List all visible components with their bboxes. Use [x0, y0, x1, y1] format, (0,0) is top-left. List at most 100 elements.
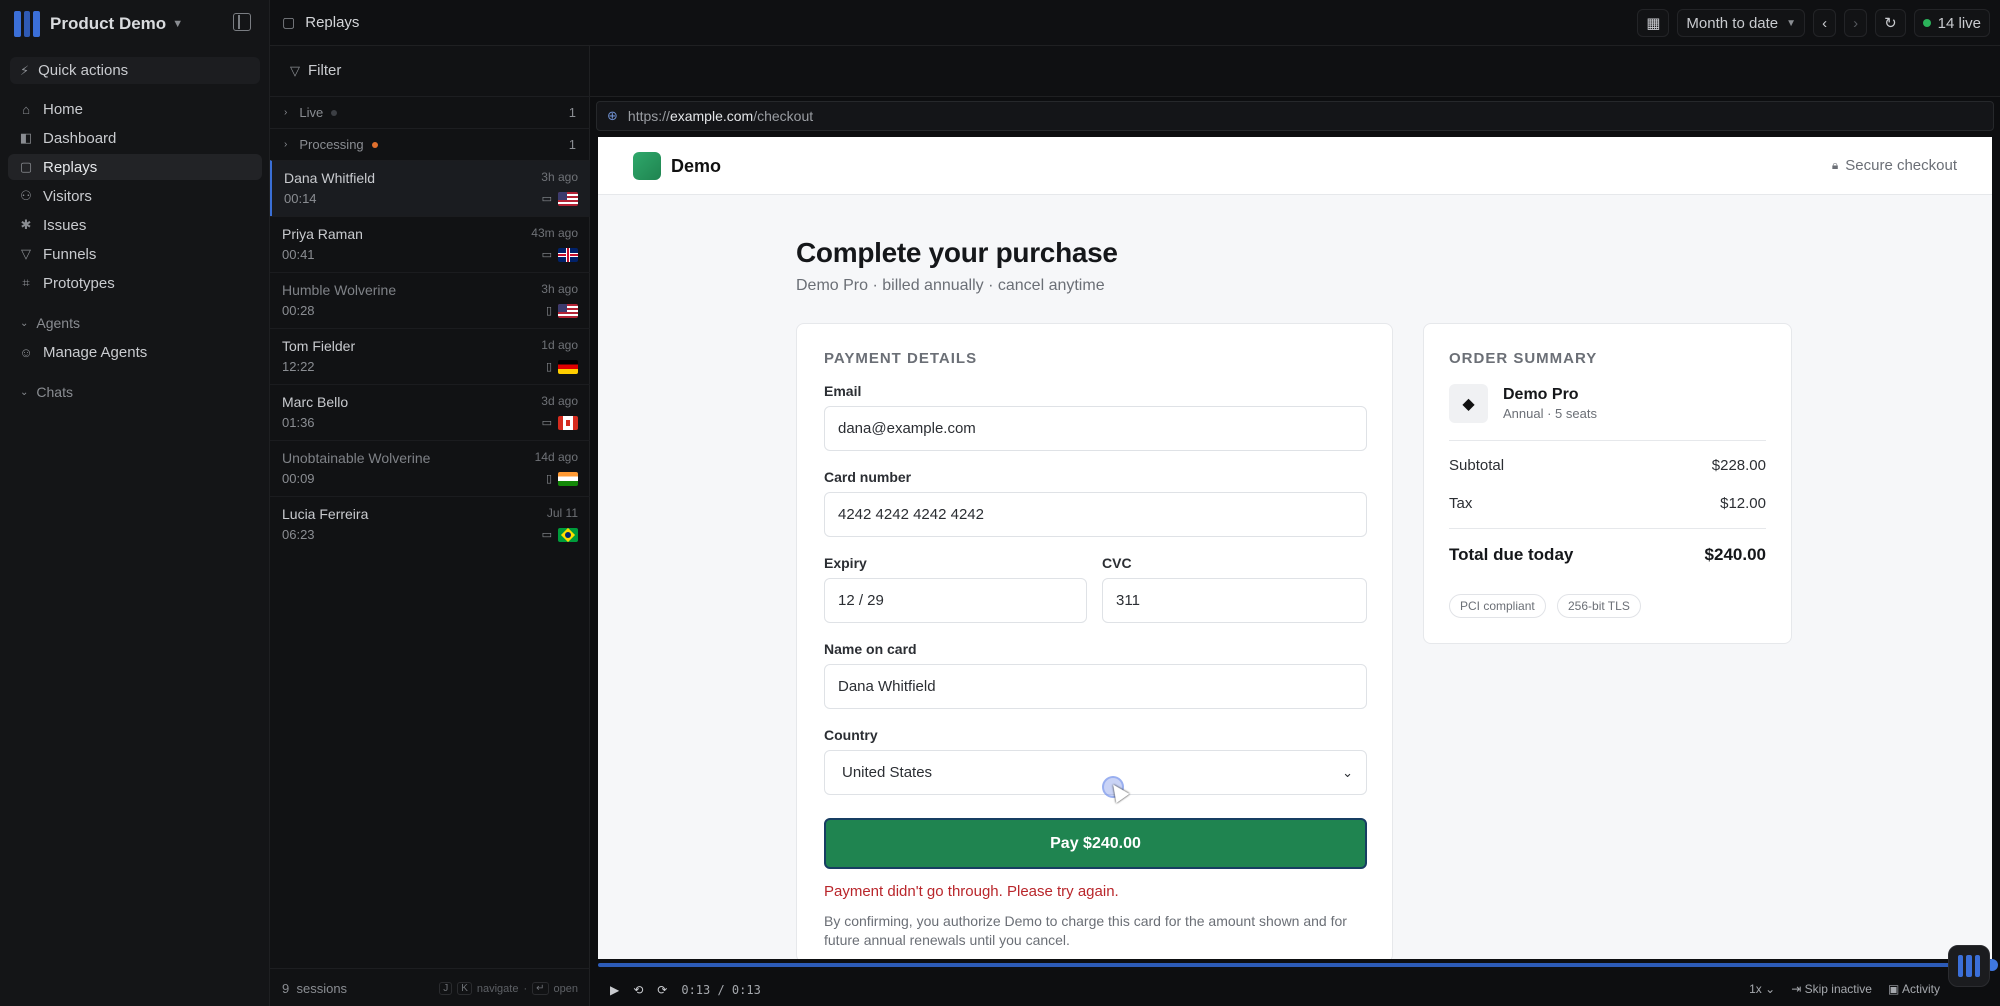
order-summary-heading: ORDER SUMMARY: [1449, 350, 1598, 367]
session-name: Dana Whitfield: [284, 170, 376, 186]
checkout-subtitle: Demo Pro · billed annually · cancel anyt…: [796, 277, 1105, 294]
sidebar-item-label: Prototypes: [43, 274, 115, 292]
session-duration: 12:22: [282, 359, 315, 374]
url-host: example.com: [669, 108, 754, 124]
forward-10-icon[interactable]: ⟳: [657, 983, 667, 997]
progress-track[interactable]: [598, 963, 1992, 967]
email-label: Email: [824, 383, 862, 399]
calendar-icon: ▦: [1646, 15, 1661, 32]
diamond-icon: ◆: [1449, 384, 1488, 423]
refresh-icon: ↻: [1884, 15, 1897, 32]
card-number-label: Card number: [824, 469, 912, 485]
session-row[interactable]: Humble Wolverine 3h ago 00:28 ▯: [270, 272, 590, 328]
filter-label: Filter: [308, 62, 342, 79]
session-row[interactable]: Priya Raman 43m ago 00:41 ▭: [270, 216, 590, 272]
chevron-down-icon: ⌄: [20, 317, 29, 329]
chats-section-toggle[interactable]: ⌄ Chats: [20, 384, 73, 400]
tax-label: Tax: [1449, 495, 1473, 512]
sidebar: Product Demo ▼ ⚡ Quick actions ⌂ Home ◧ …: [0, 0, 270, 1006]
workspace-switcher[interactable]: Product Demo ▼: [14, 11, 183, 37]
rewind-10-icon[interactable]: ⟲: [633, 983, 643, 997]
prev-period-button[interactable]: ‹: [1813, 9, 1837, 37]
recorded-page: Demo 🔒︎ Secure checkout Complete your pu…: [598, 137, 1992, 959]
key-k: K: [457, 982, 472, 995]
skip-inactive-toggle[interactable]: ⇥ Skip inactive: [1791, 982, 1872, 996]
url-bar: ⊕ https://example.com/checkout: [596, 101, 1994, 131]
sidebar-item-replays[interactable]: ▢ Replays: [8, 154, 262, 180]
mobile-icon: ▯: [545, 361, 552, 373]
agents-section-toggle[interactable]: ⌄ Agents: [20, 315, 80, 331]
sidebar-item-label: Funnels: [43, 245, 97, 263]
group-count: 1: [568, 105, 576, 120]
desktop-icon: ▭: [541, 249, 552, 261]
payment-details-heading: PAYMENT DETAILS: [824, 350, 978, 367]
keyboard-hints: J K navigate · ↵ open: [439, 982, 578, 995]
order-item: ◆ Demo Pro Annual · 5 seats: [1449, 384, 1597, 423]
play-icon[interactable]: ▶: [610, 983, 619, 997]
tax-row: Tax $12.00: [1449, 495, 1766, 512]
country-select[interactable]: United States ⌄: [824, 750, 1367, 795]
payment-error: Payment didn't go through. Please try ag…: [824, 883, 1119, 900]
skip-icon: ⇥: [1791, 982, 1802, 996]
order-summary-card: ORDER SUMMARY ◆ Demo Pro Annual · 5 seat…: [1423, 323, 1792, 644]
sidebar-item-issues[interactable]: ✱ Issues: [8, 212, 262, 238]
session-row[interactable]: Dana Whitfield 3h ago 00:14 ▭: [270, 160, 590, 216]
home-icon: ⌂: [22, 101, 30, 117]
desktop-icon: ▭: [541, 417, 552, 429]
top-bar: ▢ Replays ▦ Month to date ▼ ‹ › ↻ 14 liv…: [270, 0, 2000, 46]
session-name: Humble Wolverine: [282, 282, 397, 298]
group-live[interactable]: › Live 1: [270, 96, 590, 128]
tax-value: $12.00: [1720, 495, 1766, 512]
calendar-button[interactable]: ▦: [1637, 9, 1670, 37]
total-row: Total due today $240.00: [1449, 545, 1766, 565]
next-period-button[interactable]: ›: [1844, 9, 1868, 37]
name-on-card-label: Name on card: [824, 641, 917, 657]
session-row[interactable]: Unobtainable Wolverine 14d ago 00:09 ▯: [270, 440, 590, 496]
session-row[interactable]: Lucia Ferreira Jul 11 06:23 ▭: [270, 496, 590, 552]
date-range-select[interactable]: Month to date ▼: [1677, 9, 1806, 37]
group-label: Processing: [299, 137, 364, 152]
group-processing[interactable]: › Processing 1: [270, 128, 590, 160]
session-ago: 3d ago: [541, 394, 578, 408]
sidebar-item-dashboard[interactable]: ◧ Dashboard: [8, 125, 262, 151]
refresh-button[interactable]: ↻: [1875, 9, 1906, 37]
app-logo-icon: [14, 11, 41, 37]
filter-button[interactable]: ▽ Filter: [290, 62, 341, 79]
total-value: $240.00: [1704, 545, 1766, 564]
pay-button[interactable]: Pay $240.00: [824, 818, 1367, 869]
session-ago: 14d ago: [534, 450, 578, 464]
sidebar-item-visitors[interactable]: ⚇ Visitors: [8, 183, 262, 209]
session-name: Lucia Ferreira: [282, 506, 369, 522]
activity-toggle[interactable]: ▣ Activity: [1888, 982, 1940, 996]
desktop-icon: ▭: [541, 529, 552, 541]
sidebar-item-funnels[interactable]: ▽ Funnels: [8, 241, 262, 267]
app-launcher-icon[interactable]: [1948, 945, 1990, 987]
sidebar-toggle-icon[interactable]: [233, 13, 251, 31]
session-row[interactable]: Tom Fielder 1d ago 12:22 ▯: [270, 328, 590, 384]
sidebar-item-manage-agents[interactable]: ☺ Manage Agents: [8, 339, 262, 365]
session-count-label: sessions: [296, 981, 348, 996]
speed-select[interactable]: 1x ⌄: [1749, 982, 1775, 996]
quick-actions-button[interactable]: ⚡ Quick actions: [10, 57, 260, 84]
flag-gb-icon: [558, 248, 578, 262]
checkout-header: Demo 🔒︎ Secure checkout: [598, 137, 1992, 195]
session-row[interactable]: Marc Bello 3d ago 01:36 ▭: [270, 384, 590, 440]
expiry-label: Expiry: [824, 555, 867, 571]
status-dot-icon: [331, 109, 338, 116]
cvc-field[interactable]: 311: [1102, 578, 1367, 623]
product-meta: Annual · 5 seats: [1503, 406, 1597, 421]
filter-icon: ▽: [290, 62, 300, 78]
session-duration: 01:36: [282, 415, 315, 430]
cvc-label: CVC: [1102, 555, 1132, 571]
page-title: ▢ Replays: [282, 14, 359, 31]
expiry-field[interactable]: 12 / 29: [824, 578, 1087, 623]
player-options: 1x ⌄ ⇥ Skip inactive ▣ Activity: [1749, 982, 1980, 996]
name-on-card-field[interactable]: Dana Whitfield: [824, 664, 1367, 709]
card-number-field[interactable]: 4242 4242 4242 4242: [824, 492, 1367, 537]
flag-de-icon: [558, 360, 578, 374]
email-field[interactable]: dana@example.com: [824, 406, 1367, 451]
live-count-badge[interactable]: 14 live: [1913, 9, 1990, 37]
sidebar-item-label: Visitors: [43, 187, 92, 205]
sidebar-item-home[interactable]: ⌂ Home: [8, 96, 262, 122]
sidebar-item-prototypes[interactable]: ⌗ Prototypes: [8, 270, 262, 296]
